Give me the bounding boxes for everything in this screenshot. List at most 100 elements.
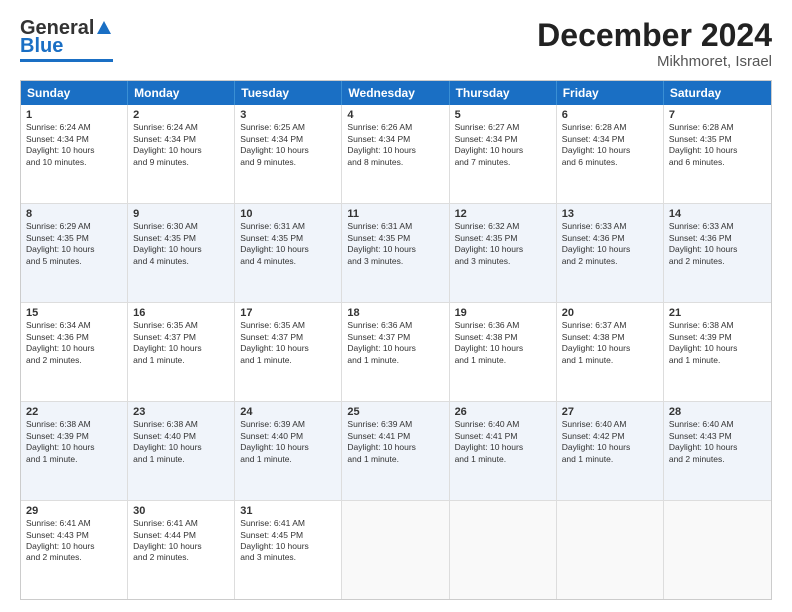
header: General Blue December 2024 Mikhmoret, Is… (20, 18, 772, 70)
cell-info: Sunrise: 6:39 AMSunset: 4:40 PMDaylight:… (240, 419, 336, 465)
cell-info: Sunrise: 6:35 AMSunset: 4:37 PMDaylight:… (240, 320, 336, 366)
cell-info: Sunrise: 6:30 AMSunset: 4:35 PMDaylight:… (133, 221, 229, 267)
cell-info: Sunrise: 6:24 AMSunset: 4:34 PMDaylight:… (26, 122, 122, 168)
calendar-week-1: 1Sunrise: 6:24 AMSunset: 4:34 PMDaylight… (21, 105, 771, 204)
day-number: 19 (455, 307, 551, 319)
day-number: 10 (240, 208, 336, 220)
calendar-cell: 2Sunrise: 6:24 AMSunset: 4:34 PMDaylight… (128, 105, 235, 203)
cell-info: Sunrise: 6:41 AMSunset: 4:44 PMDaylight:… (133, 518, 229, 564)
calendar-cell: 24Sunrise: 6:39 AMSunset: 4:40 PMDayligh… (235, 402, 342, 500)
day-of-week-monday: Monday (128, 81, 235, 105)
calendar-cell: 11Sunrise: 6:31 AMSunset: 4:35 PMDayligh… (342, 204, 449, 302)
day-number: 8 (26, 208, 122, 220)
cell-info: Sunrise: 6:41 AMSunset: 4:45 PMDaylight:… (240, 518, 336, 564)
day-number: 9 (133, 208, 229, 220)
calendar-cell: 1Sunrise: 6:24 AMSunset: 4:34 PMDaylight… (21, 105, 128, 203)
calendar-cell: 29Sunrise: 6:41 AMSunset: 4:43 PMDayligh… (21, 501, 128, 599)
calendar-cell: 25Sunrise: 6:39 AMSunset: 4:41 PMDayligh… (342, 402, 449, 500)
day-number: 28 (669, 406, 766, 418)
day-number: 23 (133, 406, 229, 418)
cell-info: Sunrise: 6:31 AMSunset: 4:35 PMDaylight:… (240, 221, 336, 267)
cell-info: Sunrise: 6:36 AMSunset: 4:37 PMDaylight:… (347, 320, 443, 366)
cell-info: Sunrise: 6:26 AMSunset: 4:34 PMDaylight:… (347, 122, 443, 168)
cell-info: Sunrise: 6:34 AMSunset: 4:36 PMDaylight:… (26, 320, 122, 366)
calendar-week-4: 22Sunrise: 6:38 AMSunset: 4:39 PMDayligh… (21, 402, 771, 501)
day-of-week-tuesday: Tuesday (235, 81, 342, 105)
cell-info: Sunrise: 6:33 AMSunset: 4:36 PMDaylight:… (562, 221, 658, 267)
day-number: 2 (133, 109, 229, 121)
calendar-cell: 27Sunrise: 6:40 AMSunset: 4:42 PMDayligh… (557, 402, 664, 500)
day-number: 3 (240, 109, 336, 121)
calendar-cell: 31Sunrise: 6:41 AMSunset: 4:45 PMDayligh… (235, 501, 342, 599)
day-number: 29 (26, 505, 122, 517)
page: General Blue December 2024 Mikhmoret, Is… (0, 0, 792, 612)
cell-info: Sunrise: 6:28 AMSunset: 4:35 PMDaylight:… (669, 122, 766, 168)
day-number: 1 (26, 109, 122, 121)
day-number: 24 (240, 406, 336, 418)
calendar-cell: 9Sunrise: 6:30 AMSunset: 4:35 PMDaylight… (128, 204, 235, 302)
cell-info: Sunrise: 6:31 AMSunset: 4:35 PMDaylight:… (347, 221, 443, 267)
day-of-week-thursday: Thursday (450, 81, 557, 105)
day-number: 11 (347, 208, 443, 220)
day-number: 18 (347, 307, 443, 319)
calendar-week-3: 15Sunrise: 6:34 AMSunset: 4:36 PMDayligh… (21, 303, 771, 402)
calendar-cell: 19Sunrise: 6:36 AMSunset: 4:38 PMDayligh… (450, 303, 557, 401)
calendar-cell: 6Sunrise: 6:28 AMSunset: 4:34 PMDaylight… (557, 105, 664, 203)
calendar-week-2: 8Sunrise: 6:29 AMSunset: 4:35 PMDaylight… (21, 204, 771, 303)
calendar-cell (450, 501, 557, 599)
day-number: 25 (347, 406, 443, 418)
logo: General Blue (20, 18, 113, 62)
logo-blue-text: Blue (20, 36, 63, 56)
cell-info: Sunrise: 6:27 AMSunset: 4:34 PMDaylight:… (455, 122, 551, 168)
calendar-cell: 3Sunrise: 6:25 AMSunset: 4:34 PMDaylight… (235, 105, 342, 203)
day-number: 27 (562, 406, 658, 418)
day-number: 4 (347, 109, 443, 121)
cell-info: Sunrise: 6:41 AMSunset: 4:43 PMDaylight:… (26, 518, 122, 564)
day-number: 30 (133, 505, 229, 517)
cell-info: Sunrise: 6:28 AMSunset: 4:34 PMDaylight:… (562, 122, 658, 168)
cell-info: Sunrise: 6:38 AMSunset: 4:39 PMDaylight:… (26, 419, 122, 465)
day-number: 21 (669, 307, 766, 319)
day-number: 20 (562, 307, 658, 319)
calendar-cell: 26Sunrise: 6:40 AMSunset: 4:41 PMDayligh… (450, 402, 557, 500)
calendar-cell: 17Sunrise: 6:35 AMSunset: 4:37 PMDayligh… (235, 303, 342, 401)
day-of-week-sunday: Sunday (21, 81, 128, 105)
day-of-week-saturday: Saturday (664, 81, 771, 105)
calendar-cell: 8Sunrise: 6:29 AMSunset: 4:35 PMDaylight… (21, 204, 128, 302)
day-number: 31 (240, 505, 336, 517)
cell-info: Sunrise: 6:25 AMSunset: 4:34 PMDaylight:… (240, 122, 336, 168)
day-number: 17 (240, 307, 336, 319)
calendar-cell: 14Sunrise: 6:33 AMSunset: 4:36 PMDayligh… (664, 204, 771, 302)
calendar-cell: 15Sunrise: 6:34 AMSunset: 4:36 PMDayligh… (21, 303, 128, 401)
day-of-week-wednesday: Wednesday (342, 81, 449, 105)
cell-info: Sunrise: 6:24 AMSunset: 4:34 PMDaylight:… (133, 122, 229, 168)
calendar-cell: 23Sunrise: 6:38 AMSunset: 4:40 PMDayligh… (128, 402, 235, 500)
day-of-week-friday: Friday (557, 81, 664, 105)
calendar-cell (664, 501, 771, 599)
day-number: 13 (562, 208, 658, 220)
calendar-header: SundayMondayTuesdayWednesdayThursdayFrid… (21, 81, 771, 105)
month-title: December 2024 (537, 18, 772, 53)
cell-info: Sunrise: 6:33 AMSunset: 4:36 PMDaylight:… (669, 221, 766, 267)
cell-info: Sunrise: 6:35 AMSunset: 4:37 PMDaylight:… (133, 320, 229, 366)
calendar-cell: 30Sunrise: 6:41 AMSunset: 4:44 PMDayligh… (128, 501, 235, 599)
day-number: 15 (26, 307, 122, 319)
calendar-week-5: 29Sunrise: 6:41 AMSunset: 4:43 PMDayligh… (21, 501, 771, 599)
calendar-cell: 18Sunrise: 6:36 AMSunset: 4:37 PMDayligh… (342, 303, 449, 401)
cell-info: Sunrise: 6:40 AMSunset: 4:42 PMDaylight:… (562, 419, 658, 465)
calendar-cell: 22Sunrise: 6:38 AMSunset: 4:39 PMDayligh… (21, 402, 128, 500)
calendar-cell: 5Sunrise: 6:27 AMSunset: 4:34 PMDaylight… (450, 105, 557, 203)
calendar-cell (557, 501, 664, 599)
cell-info: Sunrise: 6:39 AMSunset: 4:41 PMDaylight:… (347, 419, 443, 465)
calendar-cell: 13Sunrise: 6:33 AMSunset: 4:36 PMDayligh… (557, 204, 664, 302)
day-number: 14 (669, 208, 766, 220)
cell-info: Sunrise: 6:38 AMSunset: 4:40 PMDaylight:… (133, 419, 229, 465)
day-number: 7 (669, 109, 766, 121)
cell-info: Sunrise: 6:40 AMSunset: 4:43 PMDaylight:… (669, 419, 766, 465)
header-right: December 2024 Mikhmoret, Israel (537, 18, 772, 70)
day-number: 22 (26, 406, 122, 418)
cell-info: Sunrise: 6:32 AMSunset: 4:35 PMDaylight:… (455, 221, 551, 267)
cell-info: Sunrise: 6:38 AMSunset: 4:39 PMDaylight:… (669, 320, 766, 366)
day-number: 26 (455, 406, 551, 418)
logo-triangle-icon (95, 18, 113, 36)
